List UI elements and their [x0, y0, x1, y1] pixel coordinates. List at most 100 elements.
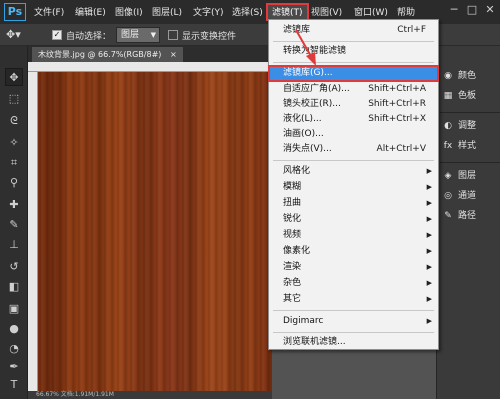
pen-tool-icon[interactable]: ✒	[5, 358, 23, 376]
menu-separator	[273, 332, 434, 333]
panel-styles-button[interactable]: fx 样式	[441, 138, 499, 154]
menu-view[interactable]: 视图(V)	[311, 5, 342, 18]
submenu-arrow-icon: ▶	[426, 231, 432, 239]
menu-item-vanishing-point[interactable]: 消失点(V)... Alt+Ctrl+V	[269, 142, 438, 157]
eyedropper-tool-icon[interactable]: ⚲	[5, 174, 23, 192]
tab-close-icon[interactable]: ×	[170, 50, 177, 59]
menu-image[interactable]: 图像(I)	[115, 5, 143, 18]
submenu-arrow-icon: ▶	[426, 263, 432, 271]
menu-item-digimarc[interactable]: Digimarc ▶	[269, 314, 438, 329]
show-transform-checkbox[interactable]: ✓	[168, 30, 178, 40]
quick-select-tool-icon[interactable]: ✧	[5, 134, 23, 152]
submenu-arrow-icon: ▶	[426, 199, 432, 207]
menu-item-liquify[interactable]: 液化(L)... Shift+Ctrl+X	[269, 112, 438, 127]
marquee-tool-icon[interactable]: ⬚	[5, 90, 23, 108]
menu-help[interactable]: 帮助	[397, 5, 415, 18]
document-tab-bar: 木纹背景.jpg @ 66.7%(RGB/8#) ×	[28, 46, 272, 62]
history-brush-tool-icon[interactable]: ↺	[5, 258, 23, 276]
paths-icon: ✎	[444, 211, 452, 221]
show-transform-label: 显示变换控件	[182, 32, 237, 42]
auto-select-checkbox[interactable]: ✓	[52, 30, 62, 40]
menu-item-browse-filters-online[interactable]: 浏览联机滤镜...	[269, 335, 438, 350]
panel-swatches-button[interactable]: ▦ 色板	[441, 88, 499, 104]
menu-item-sharpen[interactable]: 锐化 ▶	[269, 212, 438, 227]
menu-window[interactable]: 窗口(W)	[354, 5, 388, 18]
document-tab[interactable]: 木纹背景.jpg @ 66.7%(RGB/8#) ×	[32, 47, 183, 62]
brush-tool-icon[interactable]: ✎	[5, 216, 23, 234]
auto-select-target-select[interactable]: 图层 ▼	[116, 27, 160, 43]
gradient-tool-icon[interactable]: ▣	[5, 300, 23, 318]
menu-item-blur[interactable]: 模糊 ▶	[269, 180, 438, 195]
menu-layer[interactable]: 图层(L)	[152, 5, 182, 18]
vertical-ruler	[28, 72, 38, 399]
panel-channels-label: 通道	[458, 191, 477, 201]
close-icon[interactable]: ✕	[484, 4, 496, 16]
panel-color-label: 颜色	[458, 71, 477, 81]
panel-adjustments-button[interactable]: ◐ 调整	[441, 118, 499, 134]
panel-layers-label: 图层	[458, 171, 477, 181]
minimize-icon[interactable]: ─	[448, 4, 460, 16]
restore-icon[interactable]: □	[466, 4, 478, 16]
submenu-arrow-icon: ▶	[426, 317, 432, 325]
menu-item-pixelate[interactable]: 像素化 ▶	[269, 244, 438, 259]
annotation-arrow-icon	[295, 29, 316, 66]
blur-tool-icon[interactable]: ●	[5, 320, 23, 338]
lasso-tool-icon[interactable]: ᘓ	[5, 112, 23, 130]
menu-item-stylize[interactable]: 风格化 ▶	[269, 164, 438, 179]
eraser-tool-icon[interactable]: ◧	[5, 278, 23, 296]
styles-icon: fx	[443, 141, 453, 151]
submenu-arrow-icon: ▶	[426, 279, 432, 287]
menu-item-distort[interactable]: 扭曲 ▶	[269, 196, 438, 211]
submenu-arrow-icon: ▶	[426, 215, 432, 223]
panel-adjustments-label: 调整	[458, 121, 477, 131]
tools-panel: ✥ ⬚ ᘓ ✧ ⌗ ⚲ ✚ ✎ ⊥ ↺ ◧ ▣ ● ◔ ✒ T	[0, 46, 28, 399]
panel-swatches-label: 色板	[458, 91, 477, 101]
move-tool-preset-icon[interactable]: ✥▾	[6, 28, 21, 41]
menu-type[interactable]: 文字(Y)	[193, 5, 224, 18]
panel-channels-button[interactable]: ◎ 通道	[441, 188, 499, 204]
menu-edit[interactable]: 编辑(E)	[75, 5, 106, 18]
menu-item-render[interactable]: 渲染 ▶	[269, 260, 438, 275]
swatches-icon: ▦	[443, 91, 453, 101]
document-title: 木纹背景.jpg @ 66.7%(RGB/8#)	[38, 50, 162, 59]
submenu-arrow-icon: ▶	[426, 167, 432, 175]
chevron-down-icon: ▼	[150, 31, 156, 39]
menu-item-other[interactable]: 其它 ▶	[269, 292, 438, 307]
horizontal-ruler	[28, 62, 272, 72]
submenu-arrow-icon: ▶	[426, 295, 432, 303]
menu-item-video[interactable]: 视频 ▶	[269, 228, 438, 243]
panel-paths-label: 路径	[458, 211, 477, 221]
panel-color-button[interactable]: ◉ 颜色	[441, 68, 499, 84]
auto-select-label: 自动选择：	[66, 32, 112, 42]
menu-item-noise[interactable]: 杂色 ▶	[269, 276, 438, 291]
panel-paths-button[interactable]: ✎ 路径	[441, 208, 499, 224]
menu-file[interactable]: 文件(F)	[34, 5, 64, 18]
menu-item-lens-correction[interactable]: 镜头校正(R)... Shift+Ctrl+R	[269, 97, 438, 112]
type-tool-icon[interactable]: T	[5, 376, 23, 394]
menu-item-adaptive-wide-angle[interactable]: 自适应广角(A)... Shift+Ctrl+A	[269, 82, 438, 97]
filter-dropdown-menu: 滤镜库 Ctrl+F 转换为智能滤镜 滤镜库(G)... 自适应广角(A)...…	[268, 19, 439, 350]
panel-divider	[440, 112, 500, 113]
photoshop-logo: Ps	[4, 3, 26, 21]
menu-item-oil-paint[interactable]: 油画(O)...	[269, 127, 438, 142]
panel-styles-label: 样式	[458, 141, 477, 151]
healing-brush-tool-icon[interactable]: ✚	[5, 196, 23, 214]
adjustments-icon: ◐	[444, 121, 452, 131]
menu-select[interactable]: 选择(S)	[232, 5, 263, 18]
wood-texture-canvas[interactable]	[38, 72, 272, 391]
status-bar: 66.67% 文档:1.91M/1.91M	[28, 391, 272, 399]
submenu-arrow-icon: ▶	[426, 183, 432, 191]
palette-icon: ◉	[444, 71, 452, 81]
dodge-tool-icon[interactable]: ◔	[5, 340, 23, 358]
auto-select-target-value: 图层	[121, 30, 140, 40]
layers-icon: ◈	[444, 171, 452, 181]
crop-tool-icon[interactable]: ⌗	[5, 154, 23, 172]
clone-stamp-tool-icon[interactable]: ⊥	[5, 236, 23, 254]
channels-icon: ◎	[444, 191, 452, 201]
move-tool-icon[interactable]: ✥	[5, 68, 23, 86]
submenu-arrow-icon: ▶	[426, 247, 432, 255]
menu-item-filter-gallery[interactable]: 滤镜库(G)...	[268, 65, 439, 82]
panel-layers-button[interactable]: ◈ 图层	[441, 168, 499, 184]
menu-separator	[273, 160, 434, 161]
panel-divider	[440, 162, 500, 163]
